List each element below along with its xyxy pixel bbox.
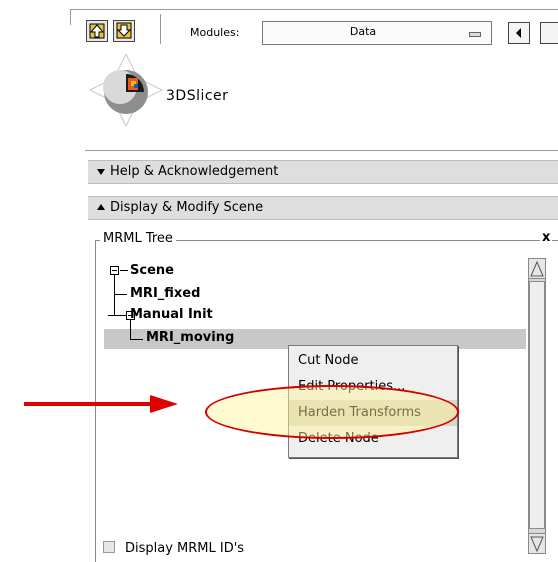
left-divider <box>70 9 71 25</box>
next-module-button[interactable] <box>540 22 558 44</box>
close-icon[interactable]: x <box>540 230 553 245</box>
logo-text: 3DSlicer <box>166 88 229 104</box>
dropdown-handle-icon <box>469 32 481 37</box>
slicer-logo: 3DSlicer <box>80 50 280 130</box>
home-up-button[interactable] <box>86 20 108 42</box>
scroll-down-icon <box>530 536 544 553</box>
menu-item-cut-node[interactable]: Cut Node <box>289 348 457 374</box>
previous-module-icon <box>516 28 521 38</box>
scroll-up-icon <box>530 260 544 277</box>
display-panel-header[interactable]: Display & Modify Scene <box>88 196 558 220</box>
toolbar: Modules: Data <box>0 0 558 50</box>
tree-node-label: Manual Init <box>130 307 213 322</box>
home-up-icon <box>89 23 105 39</box>
help-panel-label: Help & Acknowledgement <box>110 164 279 179</box>
tree-node-label: MRI_fixed <box>130 286 201 301</box>
previous-module-button[interactable] <box>508 22 530 44</box>
tree-node-label: Scene <box>130 263 174 278</box>
tree-vertical-scrollbar[interactable] <box>528 258 546 554</box>
module-download-button[interactable] <box>113 20 135 42</box>
slicer-logo-icon <box>88 54 164 128</box>
module-selected-value: Data <box>349 25 377 38</box>
help-panel-header[interactable]: Help & Acknowledgement <box>88 160 558 184</box>
module-selector[interactable]: Data <box>262 21 492 45</box>
top-divider <box>70 9 558 10</box>
display-panel-label: Display & Modify Scene <box>110 200 264 215</box>
display-ids-checkbox[interactable] <box>103 541 115 553</box>
tree-expander-icon[interactable] <box>110 266 119 275</box>
tree-node-label: MRI_moving <box>146 330 235 345</box>
collapse-arrow-icon <box>97 169 105 175</box>
panel-separator <box>85 150 558 151</box>
scrollbar-thumb[interactable] <box>529 281 545 529</box>
annotation-ellipse <box>205 385 459 439</box>
expand-arrow-icon <box>97 204 105 210</box>
display-ids-label: Display MRML ID's <box>125 541 245 556</box>
annotation-arrow-icon <box>24 395 178 413</box>
module-download-icon <box>116 22 132 39</box>
scroll-down-button[interactable] <box>529 533 545 553</box>
toolbar-separator <box>160 14 161 44</box>
scroll-up-button[interactable] <box>529 259 545 279</box>
modules-label: Modules: <box>190 26 240 39</box>
mrml-tree-title: MRML Tree <box>100 231 176 246</box>
